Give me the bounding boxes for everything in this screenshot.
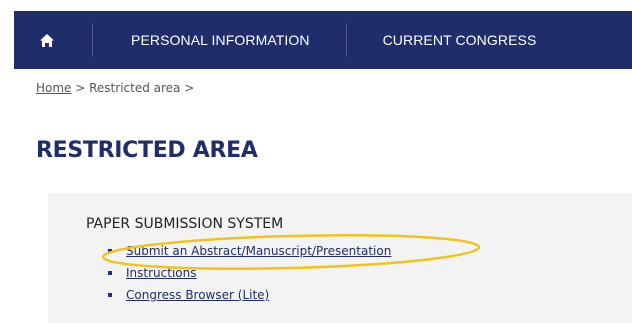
breadcrumb-separator: > — [71, 81, 90, 95]
instructions-link[interactable]: Instructions — [126, 266, 196, 280]
link-list: Submit an Abstract/Manuscript/Presentati… — [108, 240, 391, 306]
congress-browser-link[interactable]: Congress Browser (Lite) — [126, 288, 269, 302]
top-navbar: PERSONAL INFORMATION CURRENT CONGRESS — [14, 11, 632, 69]
bullet-icon — [108, 293, 112, 297]
breadcrumb-current: Restricted area — [89, 81, 181, 95]
page-title: RESTRICTED AREA — [36, 138, 258, 163]
list-item: Instructions — [108, 262, 391, 284]
breadcrumb-home-link[interactable]: Home — [36, 81, 71, 95]
bullet-icon — [108, 271, 112, 275]
bullet-icon — [108, 249, 112, 253]
home-icon — [40, 33, 54, 47]
home-button[interactable] — [14, 11, 92, 69]
nav-separator — [92, 23, 93, 57]
submit-abstract-link[interactable]: Submit an Abstract/Manuscript/Presentati… — [126, 244, 391, 258]
section-heading: PAPER SUBMISSION SYSTEM — [86, 216, 284, 232]
nav-item-current-congress[interactable]: CURRENT CONGRESS — [347, 11, 573, 69]
nav-item-personal-information[interactable]: PERSONAL INFORMATION — [93, 11, 346, 69]
breadcrumb-separator: > — [180, 81, 195, 95]
nav-separator — [345, 23, 347, 57]
list-item: Congress Browser (Lite) — [108, 284, 391, 306]
breadcrumb: Home > Restricted area > — [36, 81, 194, 95]
list-item: Submit an Abstract/Manuscript/Presentati… — [108, 240, 391, 262]
